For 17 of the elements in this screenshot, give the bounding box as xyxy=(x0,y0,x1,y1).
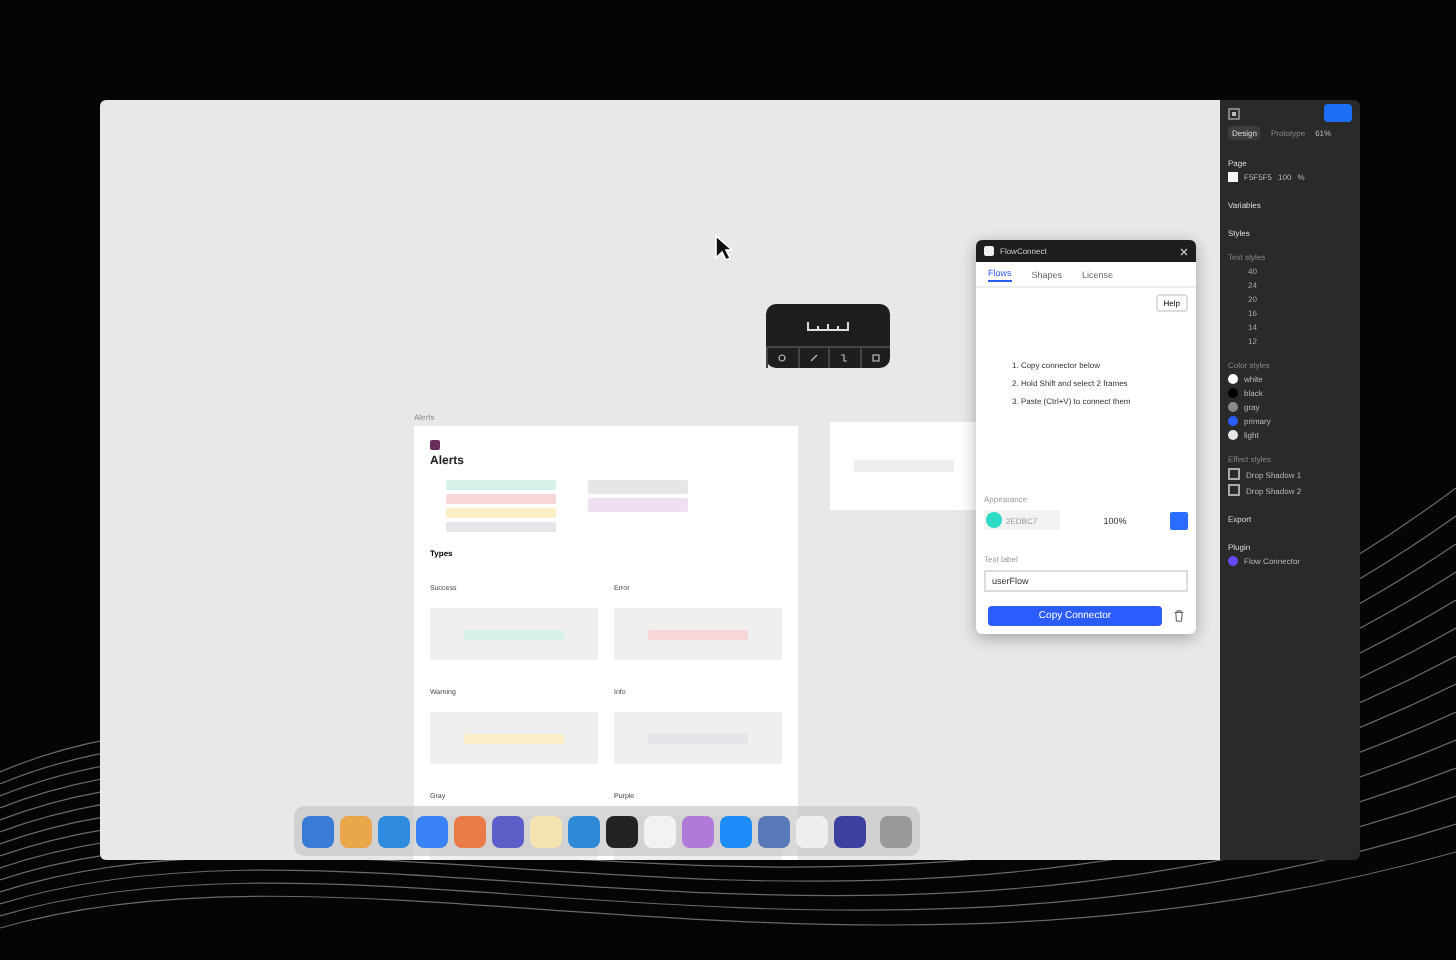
color-swatch xyxy=(1228,172,1238,182)
connector-icon[interactable] xyxy=(840,354,849,362)
close-icon[interactable] xyxy=(1180,247,1188,255)
circle-icon[interactable] xyxy=(778,354,787,362)
color-picker-button[interactable] xyxy=(1170,511,1188,529)
layers-icon[interactable] xyxy=(1228,107,1240,119)
trash-icon[interactable] xyxy=(1174,610,1184,622)
ruler-icon xyxy=(806,319,850,331)
pen-icon[interactable] xyxy=(809,354,818,362)
app-icon[interactable] xyxy=(606,815,638,847)
cursor-icon xyxy=(714,234,734,262)
app-icon[interactable] xyxy=(834,815,866,847)
logo-icon xyxy=(430,439,440,449)
plugin-icon xyxy=(984,246,994,256)
frame-icon[interactable] xyxy=(871,354,880,362)
share-button[interactable] xyxy=(1324,104,1352,122)
plugin-icon xyxy=(1228,556,1238,566)
